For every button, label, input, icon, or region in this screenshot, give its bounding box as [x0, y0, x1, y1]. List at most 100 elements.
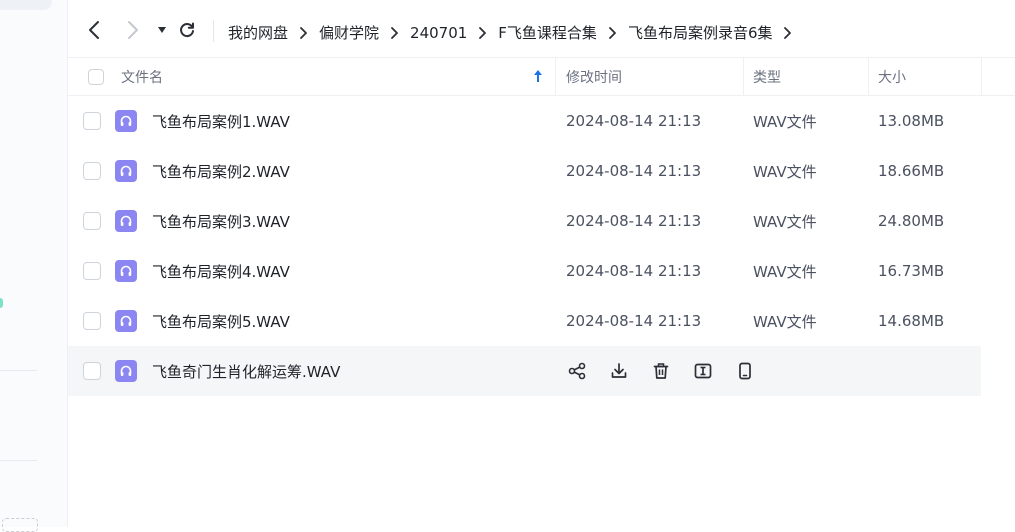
column-divider[interactable] — [981, 58, 982, 95]
file-modified: 2024-08-14 21:13 — [566, 162, 702, 180]
refresh-button[interactable] — [175, 18, 199, 42]
download-icon[interactable] — [608, 360, 630, 382]
row-checkbox-cell — [83, 246, 101, 296]
chevron-right-icon — [608, 26, 617, 39]
row-checkbox-cell — [83, 296, 101, 346]
column-header-type[interactable]: 类型 — [753, 58, 781, 95]
chevron-right-icon — [299, 26, 308, 39]
row-checkbox[interactable] — [83, 162, 101, 180]
rename-icon[interactable] — [692, 360, 714, 382]
select-all-cell — [88, 58, 104, 95]
file-size: 16.73MB — [878, 262, 945, 280]
breadcrumb-item[interactable]: 240701 — [410, 24, 467, 42]
row-checkbox[interactable] — [83, 362, 101, 380]
sidebar-dashed-box[interactable] — [2, 518, 38, 532]
sidebar-active-item[interactable] — [0, 0, 52, 10]
file-type: WAV文件 — [753, 212, 817, 231]
audio-file-icon — [115, 160, 137, 182]
select-all-checkbox[interactable] — [88, 68, 104, 85]
column-header-size[interactable]: 大小 — [878, 58, 906, 95]
sidebar-divider — [0, 370, 37, 371]
file-size: 13.08MB — [878, 112, 945, 130]
file-type: WAV文件 — [753, 312, 817, 331]
file-type-cell — [115, 196, 137, 246]
file-type-cell — [115, 346, 137, 396]
table-header: 文件名 修改时间 类型 大小 — [68, 57, 1015, 96]
table-row[interactable]: 飞鱼布局案例1.WAV 2024-08-14 21:13 WAV文件 13.08… — [68, 96, 1015, 146]
forward-button[interactable] — [121, 18, 145, 42]
file-type-cell — [115, 146, 137, 196]
chevron-right-icon — [783, 26, 792, 39]
table-row[interactable]: 飞鱼布局案例5.WAV 2024-08-14 21:13 WAV文件 14.68… — [68, 296, 1015, 346]
row-checkbox[interactable] — [83, 262, 101, 280]
row-checkbox-cell — [83, 346, 101, 396]
sidebar-indicator — [0, 298, 3, 308]
table-row-hovered[interactable]: 飞鱼奇门生肖化解运筹.WAV — [68, 346, 981, 396]
file-type-cell — [115, 246, 137, 296]
row-checkbox-cell — [83, 146, 101, 196]
column-header-size-label: 大小 — [878, 69, 906, 86]
file-type-cell — [115, 96, 137, 146]
table-row[interactable]: 飞鱼布局案例2.WAV 2024-08-14 21:13 WAV文件 18.66… — [68, 146, 1015, 196]
caret-down-icon — [158, 27, 166, 33]
column-divider[interactable] — [868, 58, 869, 95]
row-checkbox[interactable] — [83, 212, 101, 230]
table-row[interactable]: 飞鱼布局案例4.WAV 2024-08-14 21:13 WAV文件 16.73… — [68, 246, 1015, 296]
file-name[interactable]: 飞鱼布局案例5.WAV — [152, 296, 290, 346]
column-header-modified[interactable]: 修改时间 — [566, 58, 622, 95]
sort-ascending-arrow-icon[interactable] — [533, 69, 543, 87]
column-divider[interactable] — [743, 58, 744, 95]
column-header-name[interactable]: 文件名 — [121, 58, 551, 95]
column-header-modified-label: 修改时间 — [566, 69, 622, 86]
chevron-right-icon — [128, 21, 138, 39]
file-name[interactable]: 飞鱼布局案例4.WAV — [152, 246, 290, 296]
column-header-type-label: 类型 — [753, 69, 781, 86]
file-name[interactable]: 飞鱼布局案例3.WAV — [152, 196, 290, 246]
file-table: 文件名 修改时间 类型 大小 飞鱼布局案例1.WAV 2024-08-14 21… — [68, 57, 1015, 396]
audio-file-icon — [115, 360, 137, 382]
file-name[interactable]: 飞鱼布局案例1.WAV — [152, 96, 290, 146]
audio-file-icon — [115, 260, 137, 282]
sidebar — [0, 0, 68, 532]
file-type: WAV文件 — [753, 162, 817, 181]
sidebar-divider — [0, 460, 37, 461]
toolbar-divider — [213, 20, 214, 42]
breadcrumb-item[interactable]: F飞鱼课程合集 — [498, 22, 597, 43]
phone-icon[interactable] — [734, 360, 756, 382]
breadcrumb: 我的网盘 偏财学院 240701 F飞鱼课程合集 飞鱼布局案例录音6集 — [228, 22, 803, 43]
file-modified: 2024-08-14 21:13 — [566, 262, 702, 280]
file-modified: 2024-08-14 21:13 — [566, 212, 702, 230]
delete-icon[interactable] — [650, 360, 672, 382]
audio-file-icon — [115, 210, 137, 232]
row-checkbox[interactable] — [83, 112, 101, 130]
file-name[interactable]: 飞鱼奇门生肖化解运筹.WAV — [152, 346, 340, 396]
back-button[interactable] — [82, 18, 106, 42]
audio-file-icon — [115, 110, 137, 132]
file-type-cell — [115, 296, 137, 346]
chevron-right-icon — [390, 26, 399, 39]
breadcrumb-item[interactable]: 偏财学院 — [319, 22, 379, 43]
file-name[interactable]: 飞鱼布局案例2.WAV — [152, 146, 290, 196]
audio-file-icon — [115, 310, 137, 332]
file-modified: 2024-08-14 21:13 — [566, 312, 702, 330]
file-modified: 2024-08-14 21:13 — [566, 112, 702, 130]
table-row[interactable]: 飞鱼布局案例3.WAV 2024-08-14 21:13 WAV文件 24.80… — [68, 196, 1015, 246]
file-size: 18.66MB — [878, 162, 945, 180]
chevron-left-icon — [89, 21, 99, 39]
row-checkbox-cell — [83, 96, 101, 146]
column-divider[interactable] — [555, 58, 556, 95]
breadcrumb-item-current[interactable]: 飞鱼布局案例录音6集 — [628, 22, 773, 43]
row-checkbox[interactable] — [83, 312, 101, 330]
toolbar: 我的网盘 偏财学院 240701 F飞鱼课程合集 飞鱼布局案例录音6集 — [68, 8, 1015, 56]
column-header-name-label: 文件名 — [121, 69, 163, 86]
file-size: 24.80MB — [878, 212, 945, 230]
history-dropdown-button[interactable] — [150, 18, 174, 42]
breadcrumb-item[interactable]: 我的网盘 — [228, 22, 288, 43]
file-size: 14.68MB — [878, 312, 945, 330]
file-type: WAV文件 — [753, 112, 817, 131]
refresh-icon — [180, 22, 194, 38]
share-icon[interactable] — [566, 360, 588, 382]
row-actions — [566, 346, 756, 396]
file-type: WAV文件 — [753, 262, 817, 281]
row-checkbox-cell — [83, 196, 101, 246]
